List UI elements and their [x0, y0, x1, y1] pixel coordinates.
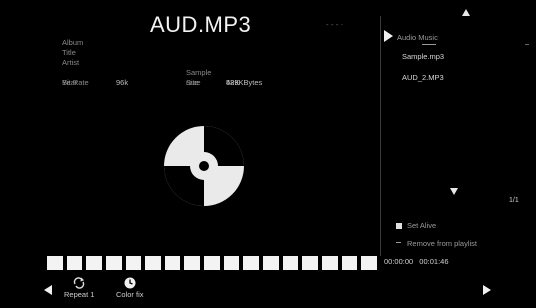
set-alive-checkbox[interactable]: [396, 223, 402, 229]
scroll-down-icon[interactable]: [450, 188, 458, 195]
track-info: Album Title Artist Bit Rate 96kSample rat…: [62, 38, 262, 88]
progress-segment: [145, 256, 161, 270]
progress-segment: [86, 256, 102, 270]
disc-icon: [164, 126, 244, 206]
album-label: Album: [62, 38, 84, 47]
playlist-item[interactable]: AUD_2.MP3: [402, 73, 444, 82]
title-label: Title: [62, 48, 76, 57]
set-alive-option[interactable]: Set Alive: [396, 221, 436, 230]
progress-segment: [223, 256, 240, 270]
previous-track-button[interactable]: [44, 285, 52, 295]
total-time: 00:01:46: [419, 257, 449, 266]
scrollbar-mark: [525, 44, 529, 45]
remove-option[interactable]: Remove from playlist: [396, 239, 477, 248]
progress-segment: [263, 256, 279, 270]
repeat-button[interactable]: Repeat 1: [64, 277, 94, 299]
playing-indicator-icon: [384, 30, 393, 42]
time-display: 00:00:00 00:01:46: [384, 257, 449, 266]
color-fix-label: Color fix: [116, 290, 144, 299]
progress-segment: [66, 256, 83, 270]
progress-segment: [282, 256, 299, 270]
progress-segment: [302, 256, 318, 270]
artist-label: Artist: [62, 58, 80, 67]
size-value: 529KBytes: [226, 78, 263, 87]
progress-segment: [204, 256, 220, 270]
folder-underline: [422, 44, 436, 45]
player-screen: AUD.MP3 - - - · Album Title Artist Bit R…: [0, 0, 536, 308]
progress-segment: [125, 256, 142, 270]
repeat-icon: [74, 277, 85, 289]
track-title: AUD.MP3: [150, 12, 252, 37]
progress-bar[interactable]: [47, 256, 377, 270]
repeat-label: Repeat 1: [64, 290, 95, 299]
progress-segment: [341, 256, 358, 270]
remove-dash-icon: [396, 242, 401, 243]
progress-segment: [105, 256, 122, 270]
current-time: 00:00:00: [384, 257, 414, 266]
progress-segment: [164, 256, 181, 270]
year-label: Year: [62, 78, 78, 87]
progress-segment: [321, 256, 338, 270]
progress-segment: [243, 256, 260, 270]
size-label: Size: [186, 78, 201, 87]
progress-segment: [361, 256, 377, 270]
progress-segment: [184, 256, 201, 270]
progress-segment: [47, 256, 63, 270]
remove-label: Remove from playlist: [407, 239, 478, 248]
page-indicator: 1/1: [509, 197, 519, 204]
set-alive-label: Set Alive: [407, 221, 437, 230]
color-fix-button[interactable]: Color fix: [116, 277, 144, 299]
scroll-up-icon[interactable]: [462, 9, 470, 16]
clock-icon: [124, 277, 136, 289]
folder-label[interactable]: Audio Music: [397, 33, 438, 42]
next-track-button[interactable]: [483, 285, 491, 295]
playlist-item[interactable]: Sample.mp3: [402, 52, 444, 61]
header-subtitle: - - - ·: [326, 20, 344, 29]
